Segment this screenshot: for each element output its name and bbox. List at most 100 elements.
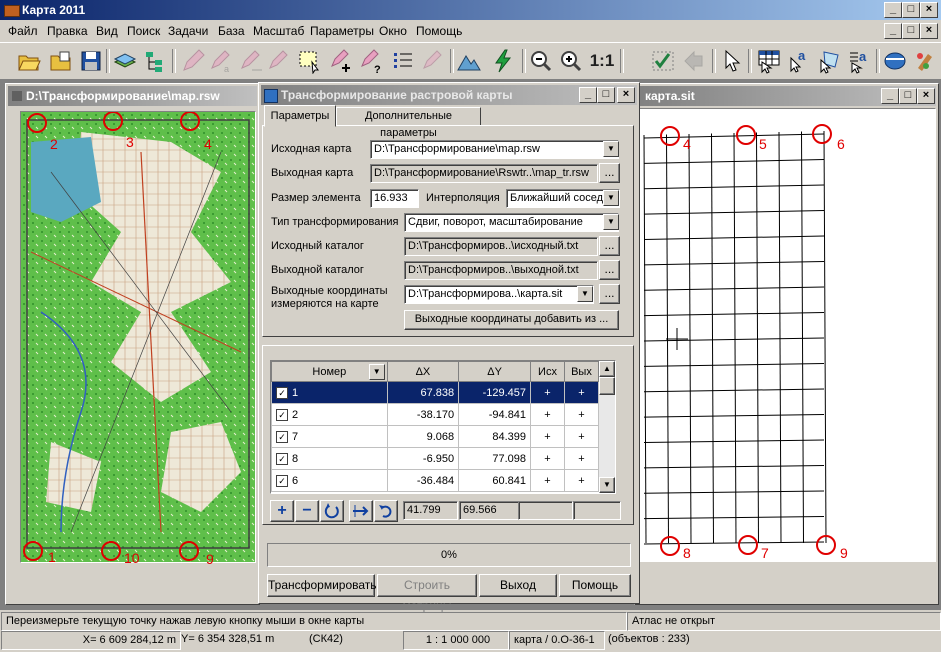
table-scrollbar[interactable]: ▲ ▼ — [599, 361, 615, 493]
exit-button[interactable]: Выход — [479, 574, 557, 597]
pencil-text-icon[interactable]: a — [208, 48, 234, 74]
table-row[interactable]: ✓ 8 -6.950 77.098 + + — [271, 447, 600, 470]
col-dx-header[interactable]: ΔX — [386, 361, 460, 382]
pencil-line-icon[interactable] — [238, 48, 264, 74]
source-catalog-field[interactable]: D:\Трансформиров..\исходный.txt — [404, 237, 598, 256]
table-row[interactable]: ✓ 2 -38.170 -94.841 + + — [271, 403, 600, 426]
gcp-marker-9[interactable] — [179, 541, 199, 561]
tab-additional-parameters[interactable]: Дополнительные параметры — [336, 107, 481, 139]
gcp-marker-4[interactable] — [180, 112, 200, 131]
gcp-marker-7-right[interactable] — [816, 535, 836, 555]
child-close-button[interactable]: × — [920, 23, 938, 39]
refresh-icon[interactable] — [320, 500, 344, 522]
source-catalog-browse-button[interactable]: ... — [599, 236, 620, 256]
gcp-marker-8-right[interactable] — [738, 535, 758, 555]
menu-tasks[interactable]: Задачи — [168, 24, 208, 38]
table-row[interactable]: ✓ 7 9.068 84.399 + + — [271, 425, 600, 448]
check-icon[interactable] — [650, 48, 676, 74]
menu-view[interactable]: Вид — [96, 24, 118, 38]
row-checkbox[interactable]: ✓ — [276, 386, 288, 399]
col-src-header[interactable]: Исх — [530, 361, 565, 382]
transform-button[interactable]: Трансформировать — [267, 574, 377, 597]
gcp-marker-5-right[interactable] — [736, 125, 756, 145]
globe-icon[interactable] — [882, 48, 908, 74]
table-select-icon[interactable] — [756, 48, 782, 74]
scroll-down-button[interactable]: ▼ — [599, 477, 615, 493]
select-text-icon[interactable]: a — [786, 48, 812, 74]
col-number-header[interactable]: Номер ▼ — [271, 361, 388, 382]
output-catalog-browse-button[interactable]: ... — [599, 260, 620, 280]
left-map-view[interactable] — [20, 111, 256, 563]
select-polygon-icon[interactable] — [816, 48, 842, 74]
sort-dropdown-icon[interactable]: ▼ — [368, 364, 385, 380]
layers-icon[interactable] — [112, 48, 138, 74]
output-catalog-field[interactable]: D:\Трансформиров..\выходной.txt — [404, 261, 598, 280]
table-row[interactable]: ✓ 1 67.838 -129.457 + + — [271, 381, 600, 404]
gcp-marker-10[interactable] — [101, 541, 121, 561]
add-point-button[interactable]: + — [270, 500, 294, 522]
menu-search[interactable]: Поиск — [127, 24, 160, 38]
help-button[interactable]: Помощь — [559, 574, 631, 597]
child-restore-button[interactable]: □ — [902, 23, 920, 39]
output-coords-browse-button[interactable]: ... — [599, 284, 620, 304]
maximize-button[interactable]: □ — [902, 2, 920, 18]
dialog-minimize-button[interactable]: _ — [579, 87, 597, 103]
menu-help[interactable]: Помощь — [416, 24, 462, 38]
pencil-icon[interactable] — [180, 48, 206, 74]
gcp-marker-3[interactable] — [103, 112, 123, 131]
gcp-marker-1[interactable] — [23, 541, 43, 561]
menu-scale[interactable]: Масштаб — [253, 24, 304, 38]
transform-type-select[interactable]: Сдвиг, поворот, масштабирование — [404, 213, 619, 232]
remove-point-button[interactable]: − — [295, 500, 319, 522]
add-object-icon[interactable] — [328, 48, 354, 74]
undo-icon[interactable] — [374, 500, 398, 522]
open-folder-icon[interactable] — [16, 48, 42, 74]
gcp-marker-9-right[interactable] — [660, 536, 680, 556]
menu-database[interactable]: База — [218, 24, 245, 38]
tab-parameters[interactable]: Параметры — [264, 105, 336, 127]
zoom-out-icon[interactable] — [528, 48, 554, 74]
disabled-edit-icon[interactable] — [420, 48, 446, 74]
back-arrow-icon[interactable] — [682, 48, 708, 74]
menu-edit[interactable]: Правка — [47, 24, 88, 38]
menu-parameters[interactable]: Параметры — [310, 24, 374, 38]
scroll-up-button[interactable]: ▲ — [599, 361, 615, 377]
pencil-edit-icon[interactable] — [266, 48, 292, 74]
source-map-dropdown-arrow[interactable]: ▼ — [603, 141, 619, 157]
lightning-icon[interactable] — [490, 48, 516, 74]
dialog-maximize-button[interactable]: □ — [597, 87, 615, 103]
add-output-coords-button[interactable]: Выходные координаты добавить из ... — [404, 310, 619, 330]
open-project-icon[interactable] — [48, 48, 74, 74]
transform-type-dropdown-arrow[interactable]: ▼ — [603, 214, 619, 230]
gcp-marker-4-right[interactable] — [660, 126, 680, 146]
right-close-button[interactable]: × — [917, 88, 935, 104]
zoom-in-icon[interactable] — [558, 48, 584, 74]
select-area-icon[interactable] — [296, 48, 322, 75]
save-icon[interactable] — [78, 48, 104, 74]
right-map-view[interactable] — [637, 108, 936, 562]
reverse-arrows-icon[interactable] — [349, 500, 373, 522]
pointer-icon[interactable] — [718, 48, 744, 74]
minimize-button[interactable]: _ — [884, 2, 902, 18]
output-coords-dropdown-arrow[interactable]: ▼ — [577, 286, 593, 302]
palette-icon[interactable] — [912, 48, 938, 74]
row-checkbox[interactable]: ✓ — [276, 408, 288, 421]
right-minimize-button[interactable]: _ — [881, 88, 899, 104]
close-button[interactable]: × — [920, 2, 938, 18]
col-dy-header[interactable]: ΔY — [458, 361, 532, 382]
build-matrices-button[interactable]: Строить матрицы — [377, 574, 477, 613]
tree-icon[interactable] — [142, 48, 168, 74]
right-maximize-button[interactable]: □ — [899, 88, 917, 104]
col-dst-header[interactable]: Вых — [563, 361, 600, 382]
menu-file[interactable]: Файл — [8, 24, 38, 38]
select-text-list-icon[interactable]: a — [846, 48, 872, 74]
table-row[interactable]: ✓ 6 -36.484 60.841 + + — [271, 469, 600, 492]
source-map-select[interactable]: D:\Трансформирование\map.rsw — [370, 140, 619, 159]
interpolation-dropdown-arrow[interactable]: ▼ — [603, 190, 619, 206]
output-map-browse-button[interactable]: ... — [599, 163, 620, 183]
scroll-thumb[interactable] — [599, 377, 615, 395]
row-checkbox[interactable]: ✓ — [276, 430, 288, 443]
scale-one-to-one-button[interactable]: 1:1 — [588, 48, 616, 74]
query-object-icon[interactable]: ? — [358, 48, 384, 76]
row-checkbox[interactable]: ✓ — [276, 474, 288, 487]
